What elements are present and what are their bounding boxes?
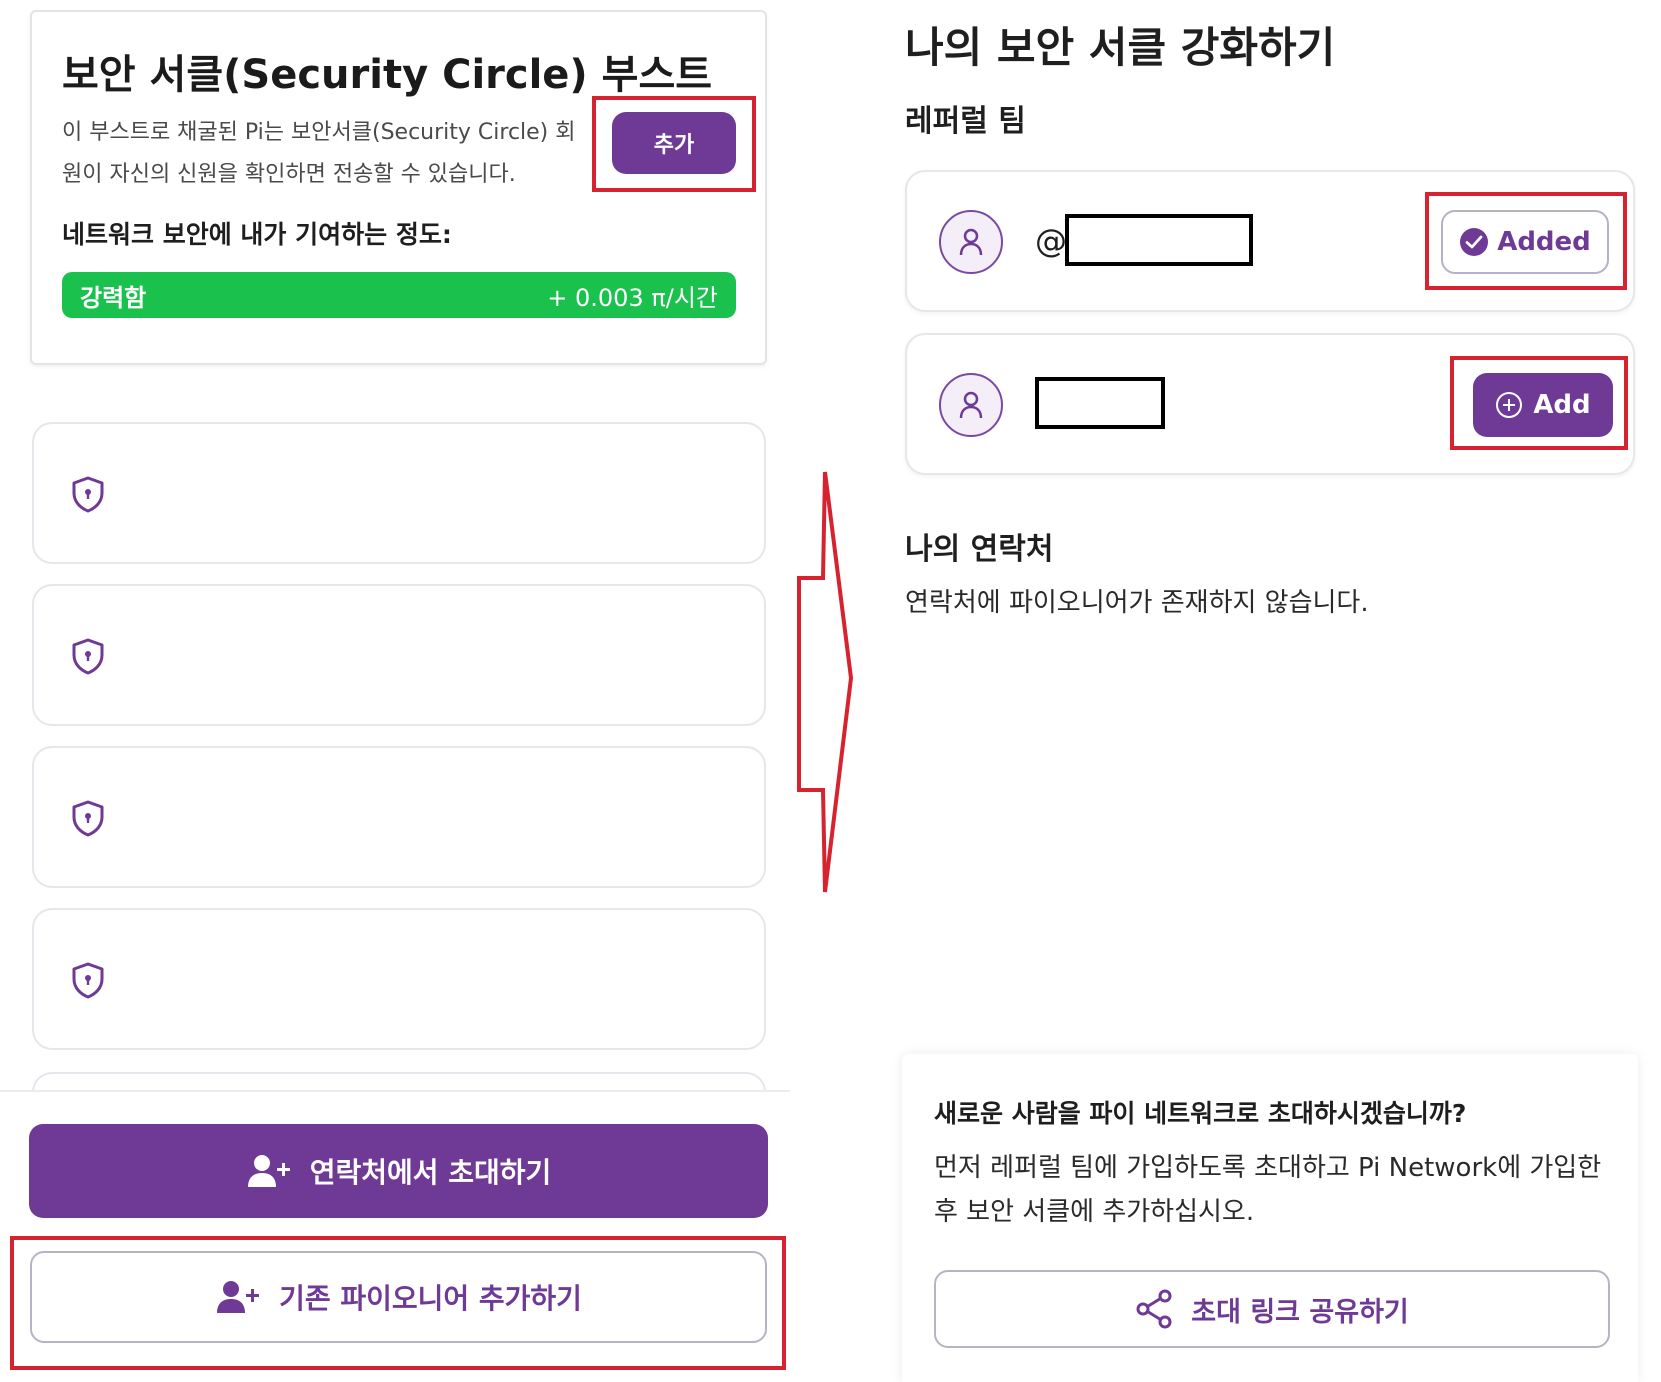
- shield-lock-icon: [72, 962, 104, 999]
- add-button[interactable]: 추가: [612, 112, 736, 174]
- user-icon: [959, 391, 983, 419]
- boost-title: 보안 서클(Security Circle) 부스트: [62, 52, 713, 98]
- contacts-empty-message: 연락처에 파이오니어가 존재하지 않습니다.: [905, 588, 1369, 618]
- empty-slot[interactable]: [32, 746, 766, 888]
- added-button[interactable]: Added: [1441, 210, 1609, 274]
- referral-team-title: 레퍼럴 팀: [905, 104, 1026, 139]
- shield-lock-icon: [72, 800, 104, 837]
- plus-circle-icon: [1496, 392, 1523, 418]
- contribution-label: 네트워크 보안에 내가 기여하는 정도:: [62, 220, 452, 249]
- transition-arrow-icon: [797, 471, 854, 893]
- add-user-icon: [247, 1155, 290, 1187]
- page-title: 나의 보안 서클 강화하기: [905, 23, 1336, 72]
- shield-lock-icon: [72, 638, 104, 675]
- shield-lock-icon: [72, 476, 104, 513]
- add-existing-pioneer-label: 기존 파이오니어 추가하기: [279, 1282, 582, 1315]
- member-card: Add: [905, 333, 1635, 475]
- share-icon: [1136, 1289, 1172, 1329]
- empty-slot[interactable]: [32, 422, 766, 564]
- invite-from-contacts-label: 연락처에서 초대하기: [309, 1156, 552, 1189]
- strength-level: 강력함: [80, 283, 147, 312]
- security-circle-boost-screen: 보안 서클(Security Circle) 부스트 이 부스트로 채굴된 Pi…: [0, 0, 790, 1382]
- empty-slot[interactable]: [32, 908, 766, 1050]
- empty-slot[interactable]: [32, 584, 766, 726]
- avatar: [939, 210, 1003, 274]
- my-contacts-title: 나의 연락처: [905, 532, 1054, 567]
- redacted-username: [1035, 377, 1165, 429]
- invite-question: 새로운 사람을 파이 네트워크로 초대하시겠습니까?: [934, 1099, 1467, 1128]
- strengthen-security-circle-screen: 나의 보안 서클 강화하기 레퍼럴 팀 @ Added Add 나의 연락처 연…: [870, 0, 1661, 1382]
- share-invite-link-label: 초대 링크 공유하기: [1191, 1296, 1409, 1328]
- redacted-username: [1065, 214, 1253, 266]
- add-member-button[interactable]: Add: [1473, 373, 1613, 437]
- add-user-icon: [217, 1281, 260, 1313]
- username-prefix: @: [1035, 222, 1067, 260]
- invite-card: 새로운 사람을 파이 네트워크로 초대하시겠습니까? 먼저 레퍼럴 팀에 가입하…: [902, 1054, 1638, 1382]
- invite-description: 먼저 레퍼럴 팀에 가입하도록 초대하고 Pi Network에 가입한 후 보…: [934, 1153, 1602, 1227]
- boost-card: 보안 서클(Security Circle) 부스트 이 부스트로 채굴된 Pi…: [30, 10, 767, 365]
- avatar: [939, 373, 1003, 437]
- check-circle-icon: [1460, 228, 1489, 256]
- add-label: Add: [1533, 390, 1591, 420]
- boost-description: 이 부스트로 채굴된 Pi는 보안서클(Security Circle) 회원이…: [62, 120, 576, 187]
- mining-rate: + 0.003 π/시간: [547, 283, 718, 312]
- add-existing-pioneer-button[interactable]: 기존 파이오니어 추가하기: [30, 1251, 767, 1343]
- user-icon: [959, 228, 983, 256]
- share-invite-link-button[interactable]: 초대 링크 공유하기: [934, 1270, 1610, 1348]
- strength-bar: 강력함 + 0.003 π/시간: [62, 272, 736, 318]
- added-label: Added: [1497, 227, 1591, 257]
- invite-from-contacts-button[interactable]: 연락처에서 초대하기: [29, 1124, 768, 1218]
- member-card: @ Added: [905, 170, 1635, 312]
